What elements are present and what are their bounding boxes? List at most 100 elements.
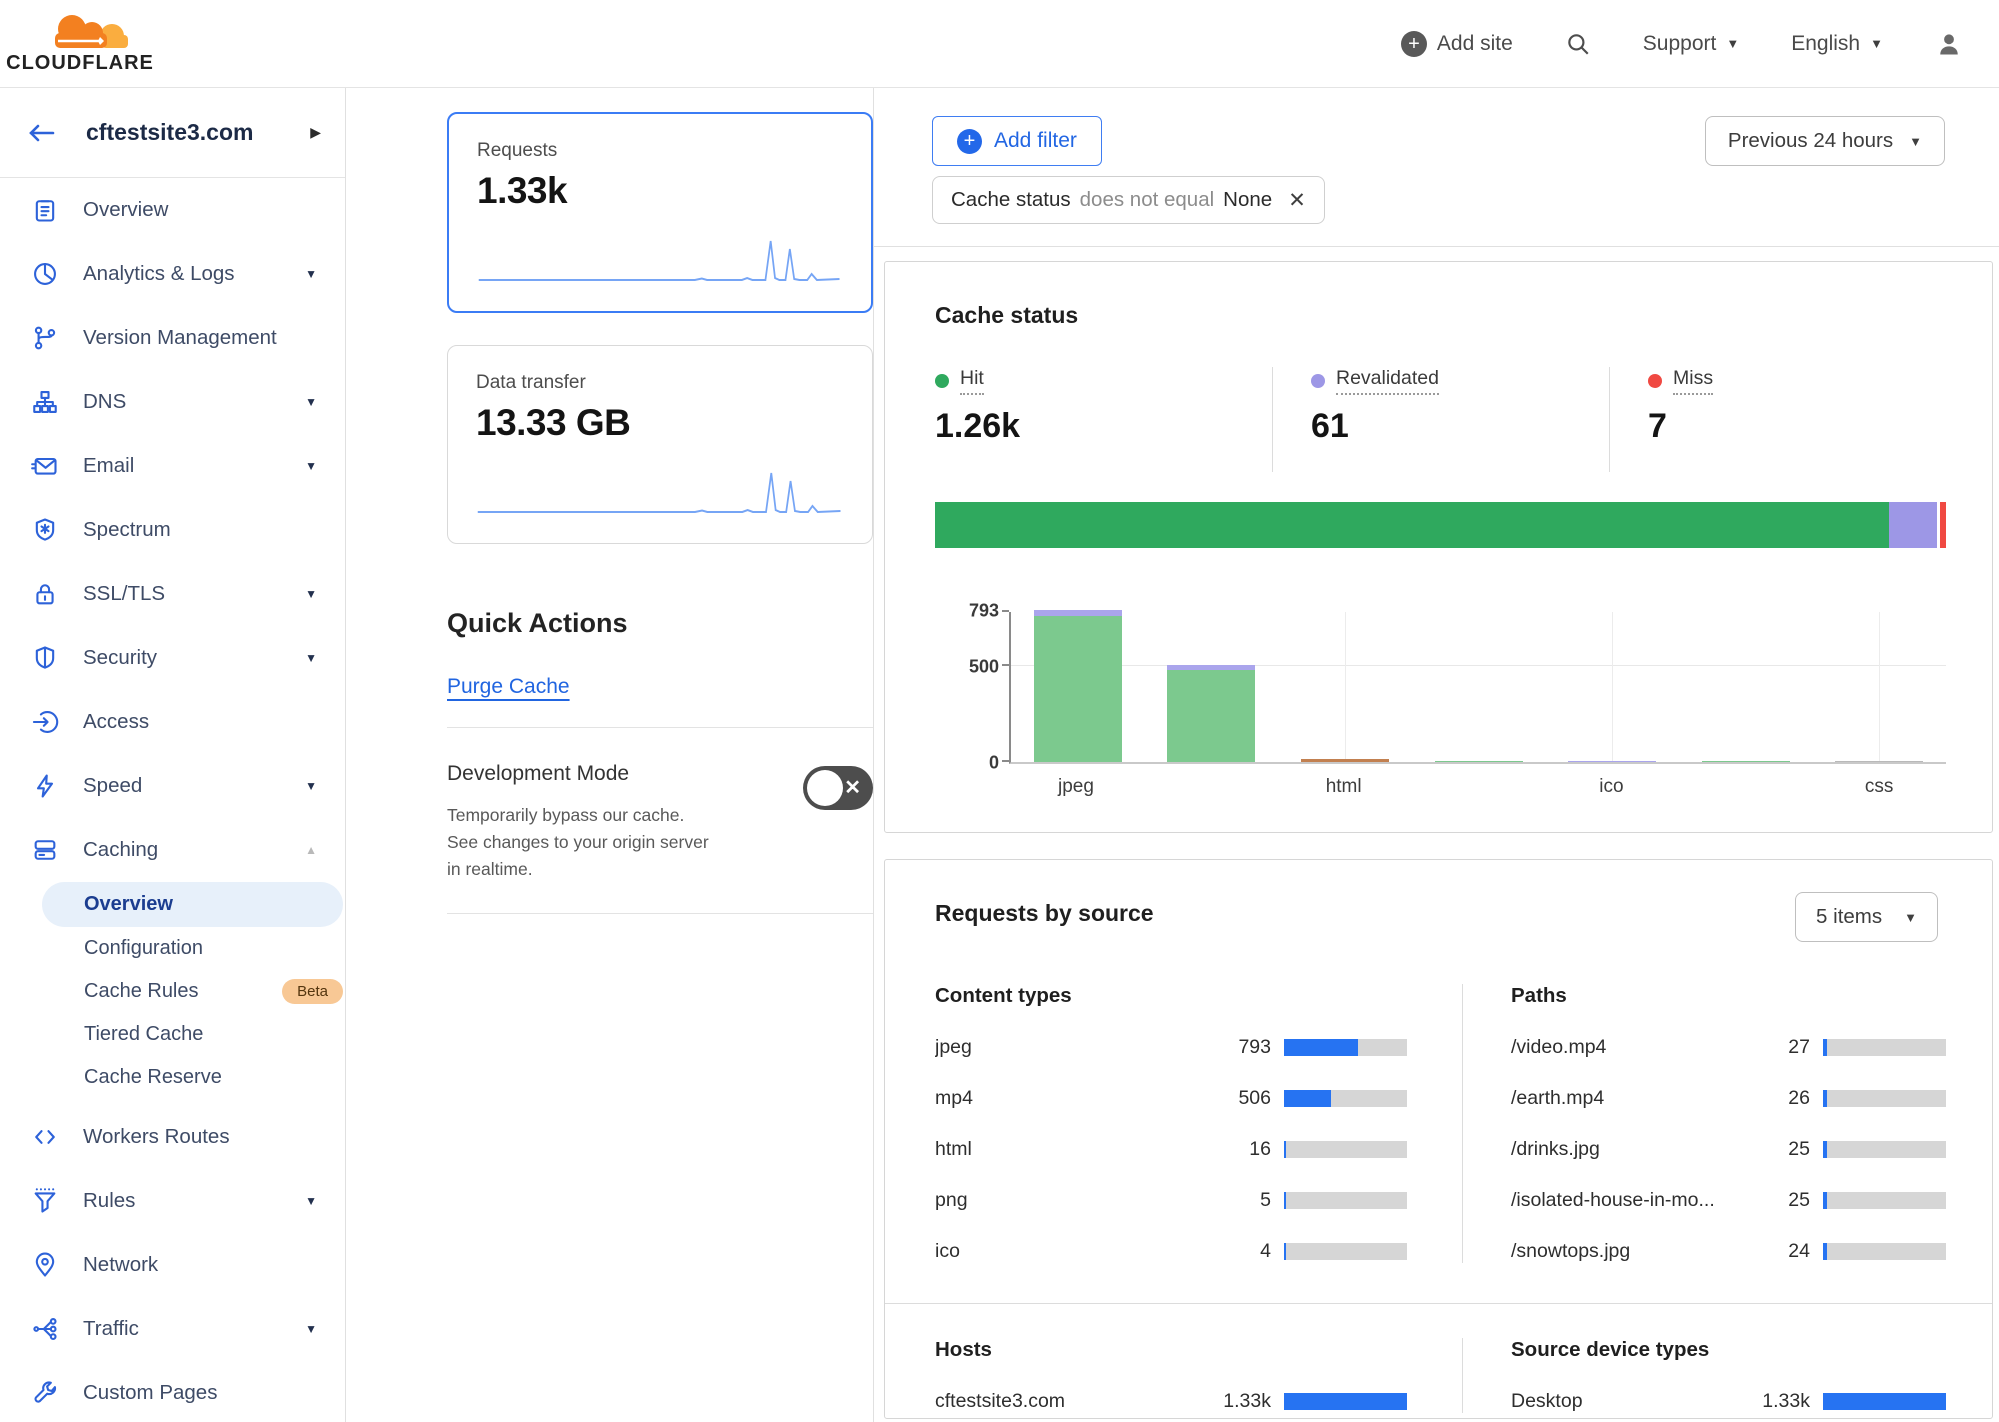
chart-y-tick [1002, 610, 1009, 612]
cloudflare-logo[interactable]: CLOUDFLARE [15, 13, 145, 75]
sidebar-item-label: Version Management [83, 326, 317, 350]
top-nav: CLOUDFLARE + Add site Support ▼ English … [0, 0, 1999, 88]
chart-bar-segment [1568, 761, 1656, 763]
cache-stat-revalidated[interactable]: Revalidated61 [1272, 367, 1609, 472]
cache-stat-hit[interactable]: Hit 1.26k [935, 367, 1272, 472]
remove-filter-icon[interactable]: ✕ [1288, 188, 1306, 213]
status-dot-icon [935, 374, 949, 388]
time-range-dropdown[interactable]: Previous 24 hours ▼ [1705, 116, 1945, 166]
chart-x-label: ico [1544, 776, 1678, 798]
requests-card[interactable]: Requests 1.33k [447, 112, 873, 313]
metric-bar-fill [1823, 1039, 1827, 1056]
chart-bar-slot [1812, 612, 1946, 762]
add-filter-button[interactable]: + Add filter [932, 116, 1102, 166]
sidebar-item-access[interactable]: Access [0, 690, 345, 754]
sidebar-item-caching[interactable]: Caching▲ [0, 818, 345, 882]
sidebar-item-overview[interactable]: Overview [42, 882, 343, 927]
chart-bars [1011, 612, 1946, 762]
back-arrow-icon[interactable] [26, 121, 56, 145]
metric-value: 793 [1238, 1036, 1271, 1059]
add-site-button[interactable]: + Add site [1401, 31, 1513, 57]
metric-label: jpeg [935, 1036, 1238, 1059]
sidebar-item-cache-rules[interactable]: Cache RulesBeta [0, 970, 343, 1013]
path-row-snowtops-jpg: /snowtops.jpg24 [1511, 1240, 1946, 1263]
chart-bar-segment [1835, 761, 1923, 763]
sidebar-item-cache-reserve[interactable]: Cache Reserve [0, 1056, 343, 1099]
sidebar-item-label: Spectrum [83, 518, 317, 542]
chart-bar-slot [1412, 612, 1546, 762]
cache-stat-label: Miss [1648, 367, 1713, 395]
support-menu[interactable]: Support ▼ [1643, 32, 1739, 56]
chevron-down-icon: ▼ [305, 651, 317, 665]
content-types-list: jpeg793mp4506html16png5ico4 [935, 1036, 1407, 1263]
search-icon[interactable] [1565, 31, 1591, 57]
cache-stat-label-text: Hit [960, 367, 984, 395]
sidebar-item-ssl-tls[interactable]: SSL/TLS▼ [0, 562, 345, 626]
chart-bar-segment [1034, 616, 1122, 762]
cache-stat-label: Hit [935, 367, 984, 395]
items-count-dropdown[interactable]: 5 items ▼ [1795, 892, 1938, 942]
cache-stat-value: 1.26k [935, 407, 1272, 446]
sidebar-item-analytics-logs[interactable]: Analytics & Logs▼ [0, 242, 345, 306]
purge-cache-link[interactable]: Purge Cache [447, 675, 570, 699]
cloudflare-cloud-icon [28, 13, 132, 51]
sidebar-item-label: Security [83, 646, 305, 670]
chevron-down-icon: ▼ [305, 267, 317, 281]
sidebar-item-network[interactable]: Network [0, 1233, 345, 1297]
metric-value: 25 [1788, 1138, 1810, 1161]
cache-status-stats: Hit 1.26kRevalidated61Miss7 [935, 367, 1946, 472]
filter-operator: does not equal [1080, 188, 1215, 212]
chart-bar-slot [1679, 612, 1813, 762]
cache-stat-miss[interactable]: Miss7 [1609, 367, 1946, 472]
path-row-drinks-jpg: /drinks.jpg25 [1511, 1138, 1946, 1161]
sidebar-item-speed[interactable]: Speed▼ [0, 754, 345, 818]
sidebar-item-spectrum[interactable]: Spectrum [0, 498, 345, 562]
metric-value: 26 [1788, 1087, 1810, 1110]
chart-x-label: html [1277, 776, 1411, 798]
metric-label: cftestsite3.com [935, 1390, 1223, 1413]
sidebar-item-custom-pages[interactable]: Custom Pages [0, 1361, 345, 1422]
metric-label: /snowtops.jpg [1511, 1240, 1788, 1263]
cache-status-stacked-bar [935, 502, 1946, 548]
chart-bar-slot [1545, 612, 1679, 762]
requests-card-value: 1.33k [477, 170, 843, 212]
sidebar-item-dns[interactable]: DNS▼ [0, 370, 345, 434]
development-mode-toggle[interactable]: ✕ [803, 766, 873, 810]
sidebar-item-label: Custom Pages [83, 1381, 317, 1405]
metric-bar-fill [1284, 1192, 1286, 1209]
spectrum-icon [30, 515, 60, 545]
metric-bar-track [1284, 1039, 1407, 1056]
chart-x-label: jpeg [1009, 776, 1143, 798]
metric-value: 4 [1260, 1240, 1271, 1263]
sidebar-subitem-label: Overview [84, 893, 343, 916]
metric-bar-fill [1284, 1243, 1286, 1260]
chart-bar-segment [1301, 759, 1389, 762]
sidebar-item-email[interactable]: Email▼ [0, 434, 345, 498]
content-type-row-png: png5 [935, 1189, 1407, 1212]
sidebar-item-workers-routes[interactable]: Workers Routes [0, 1105, 345, 1169]
device-types-list: Desktop1.33k [1511, 1390, 1946, 1413]
active-filter-chip[interactable]: Cache status does not equal None ✕ [932, 176, 1325, 224]
metric-label: /video.mp4 [1511, 1036, 1788, 1059]
beta-badge: Beta [282, 979, 343, 1004]
metric-bar-track [1823, 1393, 1946, 1410]
sidebar-item-rules[interactable]: Rules▼ [0, 1169, 345, 1233]
sidebar-item-tiered-cache[interactable]: Tiered Cache [0, 1013, 343, 1056]
chevron-right-icon[interactable]: ▶ [310, 124, 321, 141]
device-type-row-desktop: Desktop1.33k [1511, 1390, 1946, 1413]
metric-bar-track [1823, 1039, 1946, 1056]
user-account-icon[interactable] [1935, 30, 1963, 58]
chart-bar-segment [1435, 761, 1523, 763]
metric-bar-fill [1284, 1090, 1331, 1107]
metric-bar-track [1284, 1393, 1407, 1410]
sidebar-item-overview[interactable]: Overview [0, 178, 345, 242]
sidebar-item-version-management[interactable]: Version Management [0, 306, 345, 370]
sidebar-item-traffic[interactable]: Traffic▼ [0, 1297, 345, 1361]
sidebar-item-label: Network [83, 1253, 317, 1277]
metric-value: 25 [1788, 1189, 1810, 1212]
language-menu[interactable]: English ▼ [1791, 32, 1883, 56]
sidebar-item-security[interactable]: Security▼ [0, 626, 345, 690]
chart-x-label [1143, 776, 1277, 798]
sidebar-item-configuration[interactable]: Configuration [0, 927, 343, 970]
data-transfer-card[interactable]: Data transfer 13.33 GB [447, 345, 873, 544]
